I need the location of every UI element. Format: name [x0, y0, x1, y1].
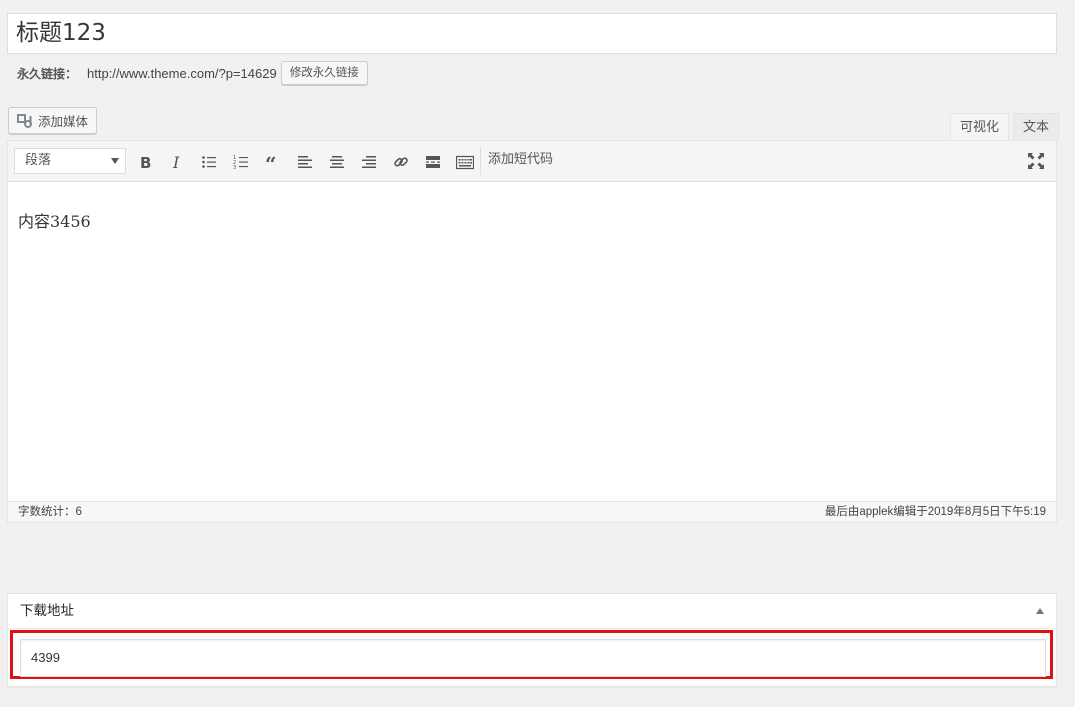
- toolbar-separator: [480, 147, 481, 175]
- svg-text:“: “: [265, 154, 277, 170]
- editor-statusbar: 字数统计：6 最后由applek编辑于2019年8月5日下午5:19: [8, 501, 1056, 522]
- align-right-button[interactable]: [357, 150, 381, 174]
- post-title-input[interactable]: 标题123: [7, 13, 1057, 54]
- collapse-toggle-icon[interactable]: [1036, 608, 1044, 614]
- download-url-metabox: 下载地址 4399: [7, 593, 1057, 687]
- permalink-row: 永久链接： http://www.theme.com/?p=14629 修改永久…: [17, 60, 368, 86]
- svg-text:3: 3: [233, 165, 236, 170]
- bold-icon: B: [140, 154, 151, 170]
- metabox-title: 下载地址: [20, 603, 74, 619]
- align-left-button[interactable]: [293, 150, 317, 174]
- format-select[interactable]: 段落: [14, 148, 126, 174]
- toolbar-toggle-button[interactable]: [453, 150, 477, 174]
- bold-button[interactable]: B: [133, 150, 157, 174]
- tab-text[interactable]: 文本: [1013, 113, 1060, 141]
- chevron-down-icon: [111, 158, 119, 164]
- italic-icon: I: [172, 154, 180, 170]
- bullet-list-button[interactable]: [197, 150, 221, 174]
- permalink-url[interactable]: http://www.theme.com/?p=14629: [87, 66, 277, 81]
- blockquote-button[interactable]: “: [261, 150, 285, 174]
- bullet-list-icon: [202, 156, 216, 168]
- add-media-button[interactable]: 添加媒体: [8, 107, 98, 134]
- svg-text:B: B: [140, 154, 151, 170]
- download-url-input[interactable]: 4399: [20, 639, 1046, 677]
- media-icon: [17, 113, 32, 128]
- highlight-frame: 4399: [10, 630, 1053, 679]
- editor: 段落 B I 1 2 3 “ 添加短代码 内容3456 字数统计：6 最后由ap…: [7, 140, 1057, 523]
- editor-content[interactable]: 内容3456: [8, 182, 1056, 232]
- add-media-label: 添加媒体: [38, 114, 89, 129]
- svg-text:I: I: [172, 154, 180, 170]
- italic-button[interactable]: I: [165, 150, 189, 174]
- word-count: 字数统计：6: [18, 506, 82, 518]
- fullscreen-icon: [1028, 153, 1044, 169]
- link-icon: [394, 157, 408, 167]
- align-right-icon: [362, 156, 376, 168]
- link-button[interactable]: [389, 150, 413, 174]
- last-edited-info: 最后由applek编辑于2019年8月5日下午5:19: [824, 506, 1046, 518]
- read-more-button[interactable]: [421, 150, 445, 174]
- fullscreen-button[interactable]: [1026, 151, 1046, 171]
- metabox-header[interactable]: 下载地址: [8, 594, 1056, 629]
- permalink-label: 永久链接：: [17, 66, 78, 81]
- editor-toolbar: 段落 B I 1 2 3 “ 添加短代码: [8, 141, 1056, 182]
- tab-visual[interactable]: 可视化: [950, 113, 1010, 141]
- align-center-button[interactable]: [325, 150, 349, 174]
- edit-permalink-button[interactable]: 修改永久链接: [280, 61, 368, 85]
- add-shortcode-button[interactable]: 添加短代码: [488, 150, 553, 170]
- toolbar-toggle-icon: [456, 155, 474, 170]
- blockquote-icon: “: [265, 154, 277, 170]
- numbered-list-button[interactable]: 1 2 3: [229, 150, 253, 174]
- numbered-list-icon: 1 2 3: [233, 155, 248, 170]
- read-more-icon: [426, 156, 440, 168]
- align-left-icon: [298, 156, 312, 168]
- align-center-icon: [330, 156, 344, 168]
- format-select-value: 段落: [25, 153, 52, 168]
